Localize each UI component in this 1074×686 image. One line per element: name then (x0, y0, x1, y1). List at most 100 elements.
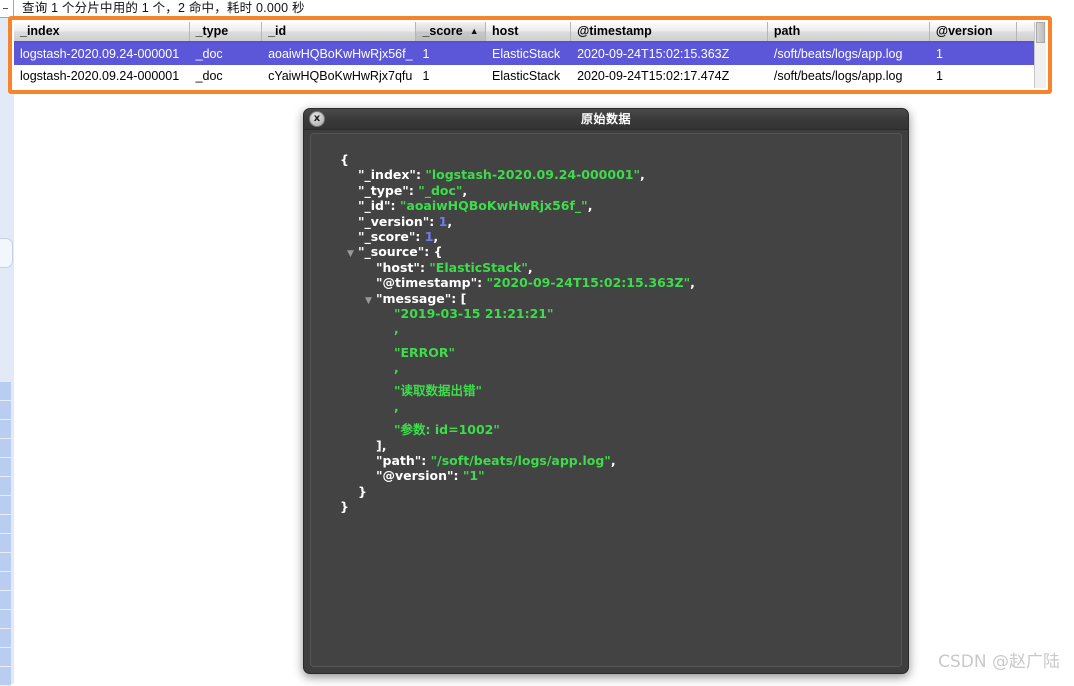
sidebar-list-item[interactable] (0, 629, 11, 648)
json-line: "host": "ElasticStack", (329, 260, 901, 275)
json-token: , (433, 228, 439, 244)
json-token: "host" (376, 259, 420, 275)
sidebar-list-item[interactable] (0, 439, 11, 458)
json-token: "2019-03-15 21:21:21" (394, 305, 554, 321)
json-token: "_type" (358, 182, 409, 198)
sidebar-list-item[interactable] (0, 515, 11, 534)
json-token: "_source" (358, 244, 425, 260)
table-header-label: host (492, 24, 519, 38)
table-header-score[interactable]: _score ▲ (416, 22, 487, 41)
sidebar-list-item[interactable] (0, 610, 11, 629)
table-header-label: _score (422, 24, 463, 38)
table-cell[interactable]: 1 (930, 43, 1017, 65)
table-cell[interactable]: _doc (190, 65, 262, 87)
table-cell[interactable]: logstash-2020.09.24-000001 (14, 43, 190, 65)
sidebar-list-item[interactable] (0, 572, 11, 591)
sidebar-list-item[interactable] (0, 667, 11, 686)
table-cell[interactable]: 2020-09-24T15:02:15.363Z (571, 43, 768, 65)
table-cell[interactable]: /soft/beats/logs/app.log (768, 65, 930, 87)
table-cell[interactable]: /soft/beats/logs/app.log (768, 43, 930, 65)
table-header-id[interactable]: _id (262, 22, 417, 41)
table-header-index[interactable]: _index (14, 22, 190, 41)
json-line-gap (329, 337, 901, 345)
json-line: } (329, 484, 901, 499)
json-token: , (587, 198, 593, 214)
sort-ascending-icon[interactable]: ▲ (470, 27, 479, 36)
json-token: "logstash-2020.09.24-000001" (425, 167, 640, 183)
json-token: , (527, 259, 533, 275)
json-token: : (415, 228, 425, 244)
table-header-type[interactable]: _type (190, 22, 263, 41)
table-header-label: _id (268, 24, 287, 38)
sidebar-list-item[interactable] (0, 382, 11, 401)
json-line: ▼ "message": [ (329, 291, 901, 306)
sidebar-list-item[interactable] (0, 591, 11, 610)
sidebar-list-item[interactable] (0, 648, 11, 667)
json-token: : (453, 468, 463, 484)
table-header-version[interactable]: @version (930, 22, 1017, 41)
scrollbar-thumb[interactable] (1036, 22, 1045, 43)
table-header-path[interactable]: path (768, 22, 930, 41)
json-line-gap (329, 375, 901, 383)
sidebar-list-item[interactable] (0, 534, 11, 553)
sidebar-list-item[interactable] (0, 420, 11, 439)
json-token: , (462, 182, 468, 198)
results-table[interactable]: _index _type _id _score ▲ host @timestamp path @… (14, 22, 1046, 88)
json-line: "_index": "logstash-2020.09.24-000001", (329, 167, 901, 182)
json-token: , (394, 398, 399, 414)
sidebar-list-item[interactable] (0, 458, 11, 477)
table-header-label: _type (195, 24, 229, 38)
table-cell[interactable]: 1 (930, 65, 1017, 87)
json-line: { (329, 152, 901, 167)
table-header-host[interactable]: host (486, 22, 572, 41)
json-token: "_index" (358, 167, 416, 183)
table-header-timestamp[interactable]: @timestamp (571, 22, 768, 41)
table-cell[interactable]: 2020-09-24T15:02:17.474Z (571, 65, 768, 87)
table-header-label: @timestamp (577, 24, 652, 38)
table-header-label: _index (20, 24, 60, 38)
table-row[interactable]: logstash-2020.09.24-000001 _doc aoaiwHQBoK… (14, 43, 1046, 65)
dialog-titlebar[interactable]: x 原始数据 (304, 109, 908, 130)
table-cell[interactable]: ElasticStack (486, 65, 571, 87)
json-token: , (394, 360, 399, 376)
table-cell[interactable]: 1 (416, 65, 486, 87)
table-cell[interactable]: ElasticStack (486, 43, 571, 65)
json-line: "@timestamp": "2020-09-24T15:02:15.363Z"… (329, 275, 901, 290)
table-cell[interactable]: aoaiwHQBoKwHwRjx56f_ (262, 43, 416, 65)
json-tree-view[interactable]: {"_index": "logstash-2020.09.24-000001",… (311, 134, 901, 515)
sidebar-list-item[interactable] (0, 477, 11, 496)
json-token: : (421, 453, 431, 469)
json-token: "_id" (358, 198, 391, 214)
json-line: "参数: id=1002" (329, 422, 901, 437)
sidebar-list-item[interactable] (0, 553, 11, 572)
left-sidebar-strip (0, 0, 14, 686)
json-line: , (329, 399, 901, 414)
json-line: "@version": "1" (329, 468, 901, 483)
json-line: "_type": "_doc", (329, 183, 901, 198)
json-line: "_score": 1, (329, 229, 901, 244)
json-line: "2019-03-15 21:21:21" (329, 306, 901, 321)
json-token: "_doc" (418, 182, 463, 198)
table-header-row: _index _type _id _score ▲ host @timestamp path @… (14, 22, 1046, 43)
json-token: , (640, 167, 645, 183)
json-line: , (329, 321, 901, 336)
json-line: "ERROR" (329, 345, 901, 360)
table-header-label: path (773, 24, 801, 38)
sidebar-list-item[interactable] (0, 401, 11, 420)
json-line: "_version": 1, (329, 214, 901, 229)
table-body[interactable]: logstash-2020.09.24-000001 _doc aoaiwHQBoK… (14, 43, 1046, 87)
grid-vertical-scrollbar[interactable] (1034, 22, 1046, 88)
raw-data-dialog[interactable]: x 原始数据 {"_index": "logstash-2020.09.24-0… (303, 108, 909, 674)
table-cell[interactable]: logstash-2020.09.24-000001 (14, 65, 190, 87)
table-row[interactable]: logstash-2020.09.24-000001 _doc cYaiwHQBoK… (14, 65, 1046, 87)
table-cell[interactable]: 1 (416, 43, 486, 65)
json-token: , (394, 321, 399, 337)
json-token: : { (424, 244, 443, 260)
table-cell[interactable]: cYaiwHQBoKwHwRjx7qfu (262, 65, 416, 87)
json-token: : (408, 182, 419, 198)
json-token: : (429, 213, 439, 229)
json-token: "aoaiwHQBoKwHwRjx56f_" (399, 198, 588, 214)
table-cell[interactable]: _doc (190, 43, 262, 65)
sidebar-list-item[interactable] (0, 496, 11, 515)
sidebar-rounded-panel[interactable] (0, 238, 13, 268)
